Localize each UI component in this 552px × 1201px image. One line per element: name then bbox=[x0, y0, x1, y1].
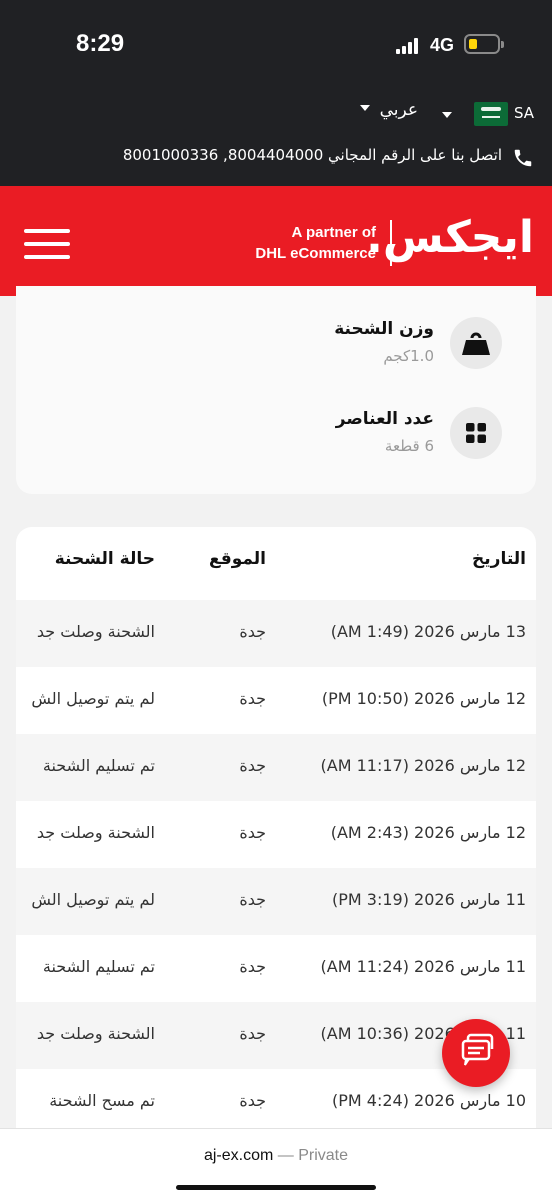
browser-address-bar[interactable]: aj-ex.com — Private bbox=[0, 1128, 552, 1201]
hamburger-menu-icon[interactable] bbox=[24, 229, 70, 259]
weight-row: وزن الشحنة 1.0كجم bbox=[32, 317, 502, 377]
items-row: عدد العناصر 6 قطعة bbox=[32, 407, 502, 467]
shipment-info-card: وزن الشحنة 1.0كجم عدد العناصر 6 قطعة bbox=[16, 286, 536, 494]
row-status: تم تسليم الشحنة bbox=[42, 756, 155, 775]
private-mode-label: — Private bbox=[277, 1147, 349, 1164]
url-display[interactable]: aj-ex.com — Private bbox=[0, 1147, 552, 1165]
chat-bubbles-icon bbox=[461, 1033, 494, 1066]
row-status: الشحنة وصلت جد bbox=[36, 1024, 155, 1043]
table-row: 12 مارس 2026 (11:17 AM) جدة تم تسليم الش… bbox=[16, 734, 536, 801]
row-status: لم يتم توصيل الش bbox=[31, 890, 155, 909]
row-location: جدة bbox=[239, 1091, 266, 1110]
phone-icon bbox=[514, 149, 532, 167]
row-date: 11 مارس 2026 (11:24 AM) bbox=[320, 957, 526, 976]
row-location: جدة bbox=[239, 1024, 266, 1043]
row-location: جدة bbox=[239, 756, 266, 775]
table-row: 11 مارس 2026 (11:24 AM) جدة تم تسليم الش… bbox=[16, 935, 536, 1002]
chat-button[interactable] bbox=[442, 1019, 510, 1087]
row-location: جدة bbox=[239, 823, 266, 842]
row-status: تم تسليم الشحنة bbox=[42, 957, 155, 976]
site-header: ايجكس. A partner of DHL eCommerce bbox=[0, 186, 552, 296]
row-status: الشحنة وصلت جد bbox=[36, 823, 155, 842]
row-date: 11 مارس 2026 (3:19 PM) bbox=[331, 890, 526, 909]
row-date: 13 مارس 2026 (1:49 AM) bbox=[330, 622, 526, 641]
logo-divider bbox=[390, 220, 392, 266]
signal-icon bbox=[396, 38, 422, 54]
country-code[interactable]: SA bbox=[514, 104, 534, 122]
row-date: 12 مارس 2026 (2:43 AM) bbox=[330, 823, 526, 842]
row-location: جدة bbox=[239, 689, 266, 708]
row-date: 10 مارس 2026 (4:24 PM) bbox=[331, 1091, 526, 1110]
weight-icon bbox=[450, 317, 502, 369]
saudi-flag-icon[interactable] bbox=[474, 102, 508, 126]
status-time: 8:29 bbox=[76, 30, 125, 57]
items-label: عدد العناصر bbox=[335, 409, 434, 429]
items-value: 6 قطعة bbox=[384, 437, 434, 455]
partner-badge: A partner of DHL eCommerce bbox=[255, 222, 376, 264]
row-status: لم يتم توصيل الش bbox=[31, 689, 155, 708]
top-info-bar: SA عربي اتصل بنا على الرقم المجاني 80044… bbox=[0, 90, 552, 186]
toll-free-contact[interactable]: اتصل بنا على الرقم المجاني 8004404000, 8… bbox=[123, 146, 502, 164]
country-dropdown-caret-icon[interactable] bbox=[442, 112, 452, 118]
table-row: 12 مارس 2026 (2:43 AM) جدة الشحنة وصلت ج… bbox=[16, 801, 536, 868]
column-header-location: الموقع bbox=[208, 549, 266, 569]
weight-value: 1.0كجم bbox=[383, 347, 434, 365]
partner-line-1: A partner of bbox=[291, 224, 376, 241]
row-location: جدة bbox=[239, 622, 266, 641]
weight-label: وزن الشحنة bbox=[334, 319, 434, 339]
row-date: 12 مارس 2026 (10:50 PM) bbox=[321, 689, 526, 708]
status-bar: 8:29 4G bbox=[0, 0, 552, 90]
row-date: 12 مارس 2026 (11:17 AM) bbox=[320, 756, 526, 775]
network-type: 4G bbox=[430, 35, 455, 55]
url-domain: aj-ex.com bbox=[203, 1147, 274, 1164]
row-status: الشحنة وصلت جد bbox=[36, 622, 155, 641]
home-indicator[interactable] bbox=[176, 1185, 376, 1190]
table-row: 13 مارس 2026 (1:49 AM) جدة الشحنة وصلت ج… bbox=[16, 600, 536, 667]
row-status: تم مسح الشحنة bbox=[49, 1091, 155, 1110]
battery-icon bbox=[464, 34, 504, 54]
column-header-status: حالة الشحنة bbox=[54, 549, 155, 569]
table-row: 11 مارس 2026 (3:19 PM) جدة لم يتم توصيل … bbox=[16, 868, 536, 935]
row-location: جدة bbox=[239, 890, 266, 909]
partner-line-2: DHL eCommerce bbox=[255, 245, 376, 262]
language-selector[interactable]: عربي bbox=[380, 100, 418, 120]
row-location: جدة bbox=[239, 957, 266, 976]
language-dropdown-caret-icon[interactable] bbox=[360, 105, 370, 111]
grid-icon bbox=[450, 407, 502, 459]
column-header-date: التاريخ bbox=[472, 549, 526, 569]
table-row: 12 مارس 2026 (10:50 PM) جدة لم يتم توصيل… bbox=[16, 667, 536, 734]
